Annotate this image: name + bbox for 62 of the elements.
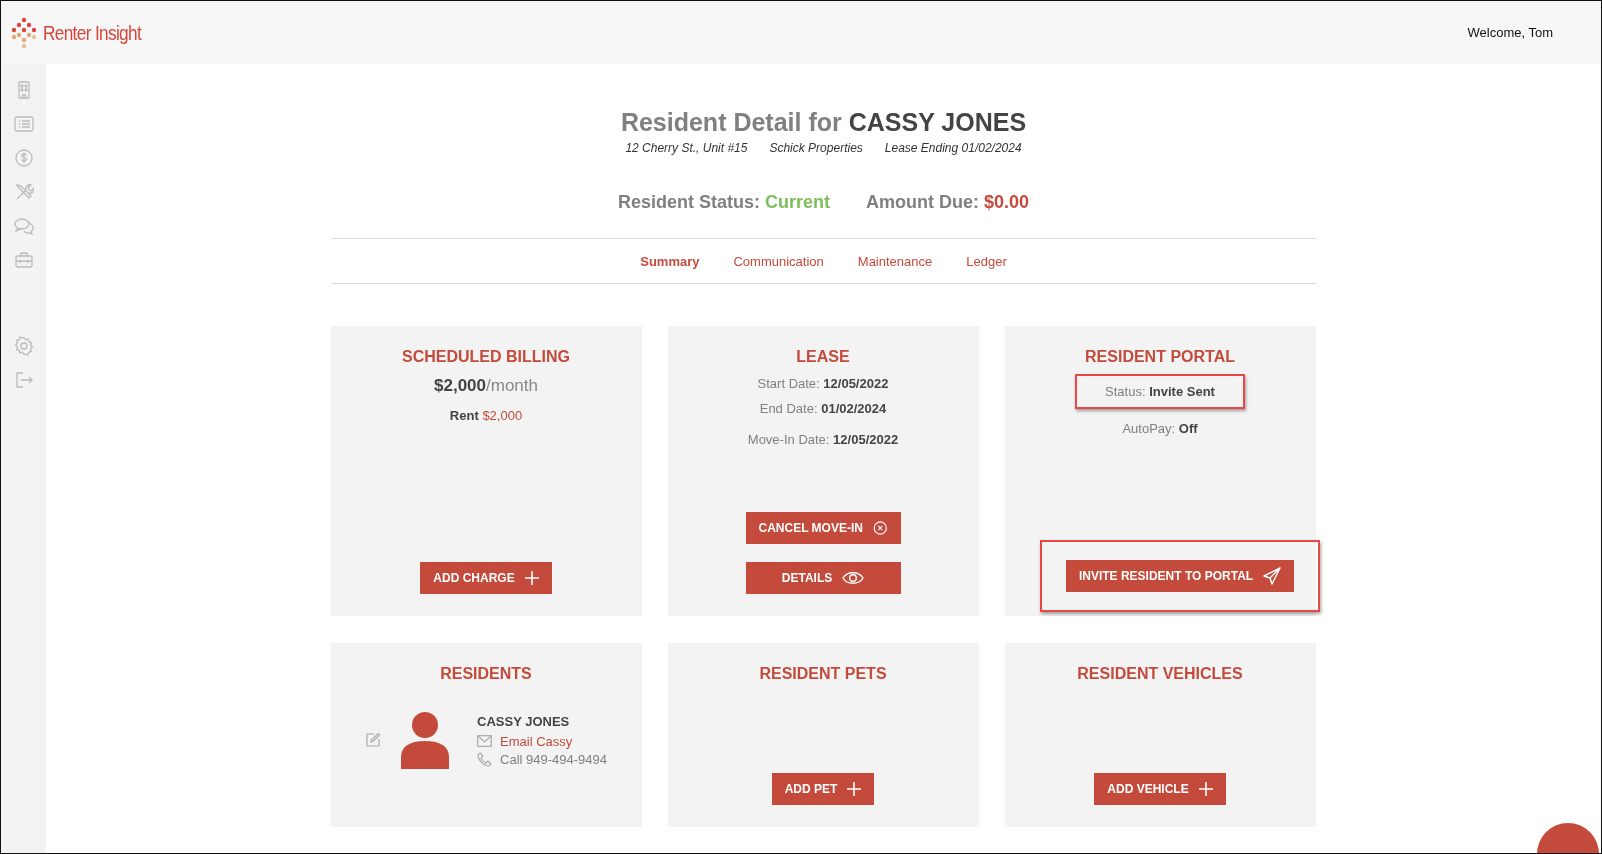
plus-icon xyxy=(1198,782,1213,796)
field-label: AutoPay: xyxy=(1122,421,1176,436)
welcome-text: Welcome, Tom xyxy=(1467,25,1553,40)
charge-amount: $2,000 xyxy=(482,408,523,423)
action-button[interactable]: ADD PET xyxy=(771,773,875,805)
dollar-icon[interactable] xyxy=(13,148,34,168)
settings-icon[interactable] xyxy=(13,336,34,356)
field-value: 12/05/2022 xyxy=(833,432,899,447)
plus-icon xyxy=(847,782,862,796)
action-button[interactable]: INVITE RESIDENT TO PORTAL xyxy=(1065,560,1295,592)
eye-icon xyxy=(842,570,865,586)
detail-text: Schick Properties xyxy=(769,141,863,155)
detail-text: 12 Cherry St., Unit #15 xyxy=(625,141,748,155)
field-label: End Date: xyxy=(759,401,818,416)
list-icon[interactable] xyxy=(13,114,34,134)
phone-text: Call 949-494-9494 xyxy=(500,751,607,767)
logout-icon[interactable] xyxy=(13,370,34,390)
tab[interactable]: Summary xyxy=(640,253,700,269)
edit-icon xyxy=(365,732,381,748)
field-value: 01/02/2024 xyxy=(821,401,887,416)
field-value: Invite Sent xyxy=(1149,384,1215,399)
briefcase-icon[interactable] xyxy=(13,250,34,270)
field-value: Off xyxy=(1178,421,1198,436)
brand-name: Renter Insight xyxy=(43,20,142,45)
card-title: RESIDENTS xyxy=(440,665,532,683)
phone-icon xyxy=(477,751,492,767)
action-button[interactable]: DETAILS xyxy=(745,562,901,594)
action-button[interactable]: ADD CHARGE xyxy=(420,562,552,594)
close-icon xyxy=(872,519,888,537)
card-title: RESIDENT VEHICLES xyxy=(1077,665,1243,683)
person-avatar xyxy=(399,711,451,769)
field-label: Start Date: xyxy=(757,376,820,391)
plus-icon xyxy=(524,571,539,585)
amount-value: $0.00 xyxy=(984,192,1030,212)
tools-icon[interactable] xyxy=(13,182,34,202)
card-title: RESIDENT PETS xyxy=(759,665,887,683)
mail-icon xyxy=(477,735,492,747)
title-prefix: Resident Detail for xyxy=(620,108,842,136)
field-label: Move-In Date: xyxy=(747,432,830,447)
billing-period: /month xyxy=(486,376,538,395)
charge-label: Rent xyxy=(449,408,479,423)
tab[interactable]: Ledger xyxy=(966,253,1007,269)
action-button[interactable]: ADD VEHICLE xyxy=(1094,773,1226,805)
tab[interactable]: Communication xyxy=(733,253,824,269)
email-link[interactable]: Email Cassy xyxy=(500,733,573,749)
tab[interactable]: Maintenance xyxy=(857,253,933,269)
amount-label: Amount Due: xyxy=(866,192,979,212)
field-value: 12/05/2022 xyxy=(823,376,889,391)
card-title: SCHEDULED BILLING xyxy=(402,348,570,366)
detail-text: Lease Ending 01/02/2024 xyxy=(884,141,1022,155)
resident-name: CASSY JONES xyxy=(477,713,571,729)
billing-amount: $2,000 xyxy=(434,376,486,395)
chat-icon[interactable] xyxy=(13,216,34,236)
logo-icon xyxy=(11,16,37,49)
card-title: LEASE xyxy=(796,348,850,366)
card-title: RESIDENT PORTAL xyxy=(1085,348,1235,366)
paper-plane-icon xyxy=(1263,567,1282,585)
status-label: Resident Status: xyxy=(617,192,760,212)
action-button[interactable]: CANCEL MOVE-IN xyxy=(745,512,901,544)
field-label: Status: xyxy=(1105,384,1146,399)
resident-name: CASSY JONES xyxy=(848,108,1027,136)
status-value: Current xyxy=(765,192,830,212)
